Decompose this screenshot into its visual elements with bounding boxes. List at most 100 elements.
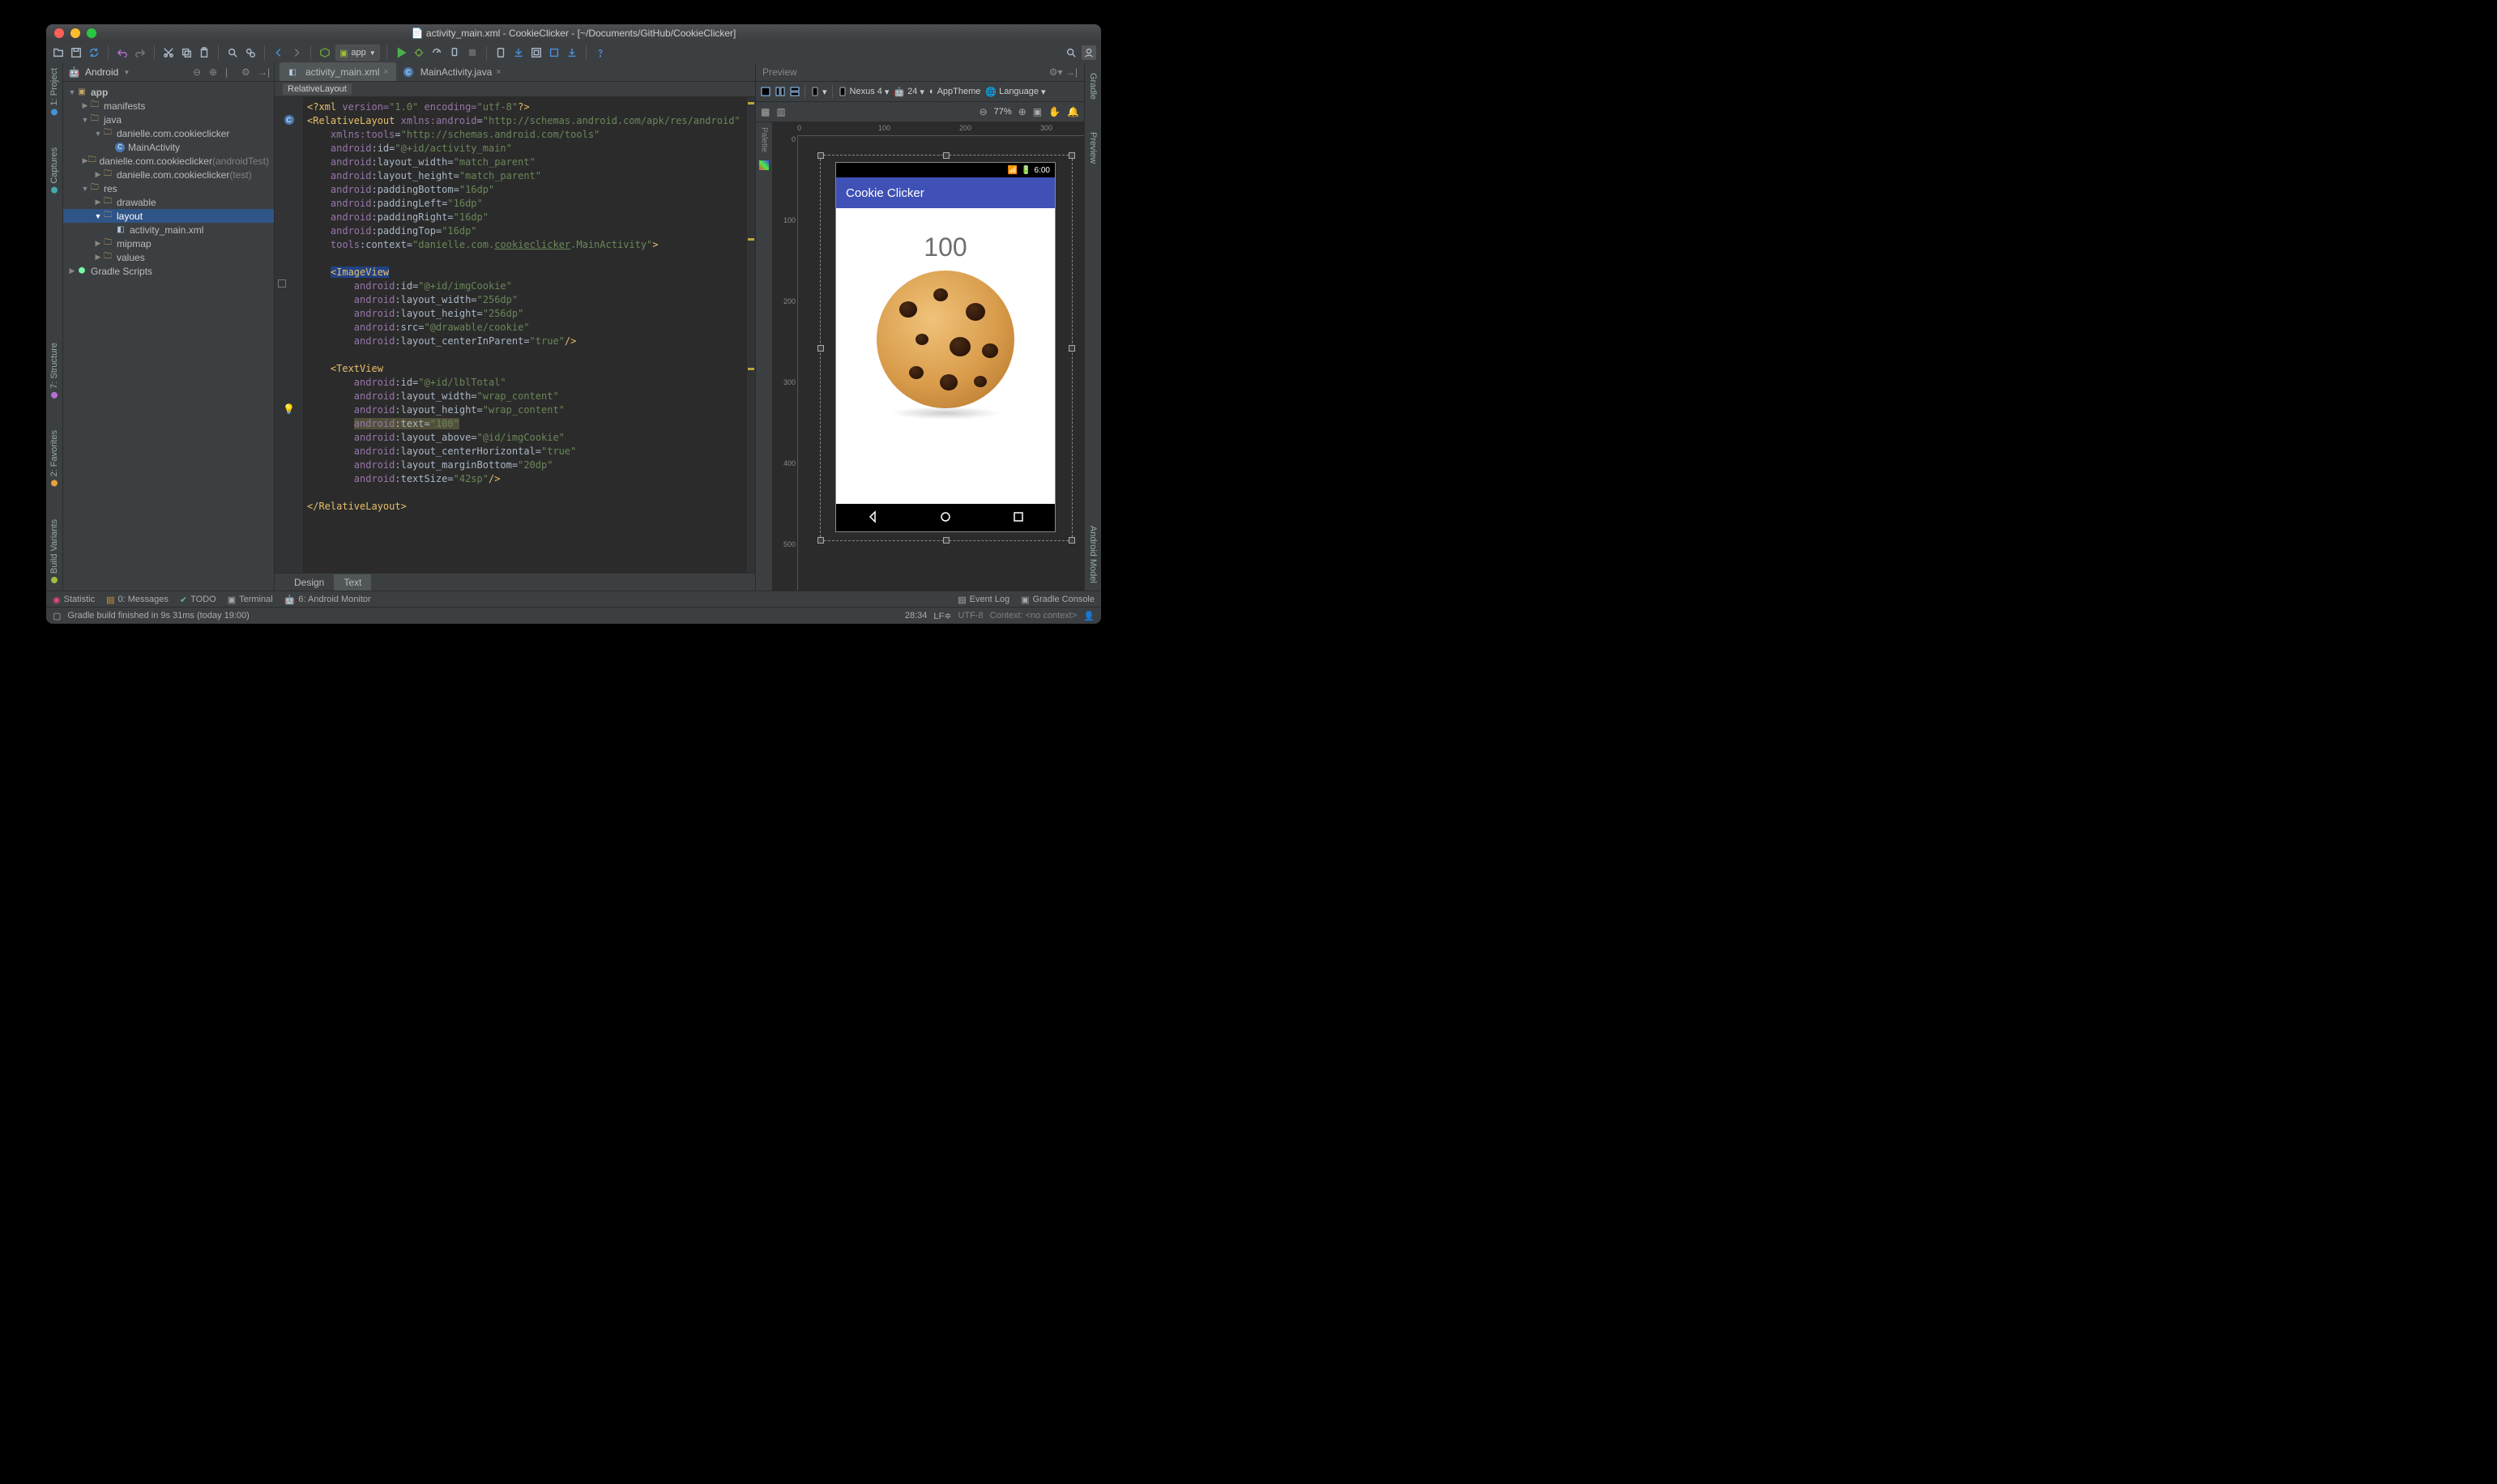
open-file-icon[interactable]: [51, 45, 66, 60]
run-config-select[interactable]: ▣app▼: [335, 45, 380, 61]
forward-icon[interactable]: [289, 45, 304, 60]
project-view-label[interactable]: Android: [85, 66, 118, 78]
tab-mainactivity[interactable]: CMainActivity.java×: [396, 62, 509, 81]
status-toggle-icon[interactable]: ▢: [53, 611, 61, 621]
project-tool-button[interactable]: 1: Project: [49, 68, 59, 115]
tree-node-mipmap[interactable]: ▶🗀mipmap: [63, 237, 274, 250]
target-icon[interactable]: ⊕: [209, 66, 220, 78]
sync-icon[interactable]: [87, 45, 101, 60]
favorites-tool-button[interactable]: 2: Favorites: [49, 430, 59, 486]
editor-error-stripe[interactable]: [746, 97, 755, 573]
tree-node-gradle-scripts[interactable]: ▶⬢Gradle Scripts: [63, 264, 274, 278]
event-log-tool-button[interactable]: ▤Event Log: [958, 595, 1009, 605]
palette-icon[interactable]: [759, 160, 769, 170]
file-encoding[interactable]: UTF-8: [958, 611, 983, 620]
gradle-tool-button[interactable]: Gradle: [1088, 70, 1098, 100]
profile-icon[interactable]: [429, 45, 444, 60]
tree-node-drawable[interactable]: ▶🗀drawable: [63, 195, 274, 209]
language-select[interactable]: 🌐Language▾: [985, 87, 1045, 97]
tree-node-activity-main[interactable]: ◧activity_main.xml: [63, 223, 274, 237]
tree-node-layout[interactable]: ▼🗀layout: [63, 209, 274, 223]
collapse-icon[interactable]: ⊖: [193, 66, 204, 78]
tree-node-pkg-main[interactable]: ▼🗀danielle.com.cookieclicker: [63, 126, 274, 140]
paste-icon[interactable]: [197, 45, 211, 60]
code-editor[interactable]: <?xml version="1.0" encoding="utf-8"?> <…: [304, 97, 746, 573]
line-ending[interactable]: LF≑: [933, 611, 951, 621]
tab-activity-main[interactable]: ◧activity_main.xml×: [280, 62, 396, 81]
tree-node-pkg-test[interactable]: ▶🗀danielle.com.cookieclicker (test): [63, 168, 274, 181]
design-tab[interactable]: Design: [284, 574, 334, 591]
build-icon[interactable]: [318, 45, 332, 60]
hide-icon[interactable]: →|: [258, 66, 269, 78]
tree-node-app[interactable]: ▼▣app: [63, 85, 274, 99]
intention-bulb-icon[interactable]: 💡: [283, 403, 295, 415]
tree-node-res[interactable]: ▼🗀res: [63, 181, 274, 195]
project-tree[interactable]: ▼▣app ▶🗀manifests ▼🗀java ▼🗀danielle.com.…: [63, 82, 274, 591]
find-icon[interactable]: [225, 45, 240, 60]
avd-icon[interactable]: [493, 45, 508, 60]
terminal-tool-button[interactable]: ▣Terminal: [228, 595, 273, 605]
redo-icon[interactable]: [133, 45, 147, 60]
cut-icon[interactable]: [161, 45, 176, 60]
tree-node-manifests[interactable]: ▶🗀manifests: [63, 99, 274, 113]
context-label[interactable]: Context: <no context>: [990, 611, 1078, 620]
orientation-toggle[interactable]: ▾: [810, 87, 827, 97]
zoom-fit-icon[interactable]: ▣: [1033, 106, 1042, 117]
class-gutter-icon[interactable]: C: [284, 115, 294, 125]
copy-icon[interactable]: [179, 45, 194, 60]
editor-gutter[interactable]: C 💡: [275, 97, 304, 573]
statistic-tool-button[interactable]: ◉Statistic: [53, 595, 95, 605]
user-icon[interactable]: [1082, 45, 1096, 60]
stop-icon[interactable]: [465, 45, 480, 60]
api-select[interactable]: 🤖24▾: [894, 87, 924, 97]
gear-icon[interactable]: ⚙▾: [1049, 66, 1063, 78]
save-icon[interactable]: [69, 45, 83, 60]
theme-select[interactable]: ◐AppTheme: [929, 87, 980, 96]
preview-tool-button[interactable]: Preview: [1088, 132, 1098, 164]
pan-icon[interactable]: ✋: [1048, 106, 1061, 117]
replace-icon[interactable]: [243, 45, 258, 60]
todo-tool-button[interactable]: ✔TODO: [180, 595, 216, 605]
android-monitor-tool-button[interactable]: 🤖6: Android Monitor: [284, 595, 371, 605]
device-frame[interactable]: 📶 🔋 6:00 Cookie Clicker 100: [836, 163, 1055, 531]
build-variants-tool-button[interactable]: Build Variants: [49, 519, 59, 583]
captures-tool-button[interactable]: Captures: [49, 147, 59, 194]
text-tab[interactable]: Text: [334, 574, 371, 591]
zoom-level[interactable]: 77%: [994, 107, 1012, 117]
tree-node-java[interactable]: ▼🗀java: [63, 113, 274, 126]
download-icon[interactable]: [565, 45, 579, 60]
notifications-icon[interactable]: 🔔: [1067, 106, 1079, 117]
breadcrumb[interactable]: RelativeLayout: [275, 82, 755, 97]
layout-inspector-icon[interactable]: [529, 45, 544, 60]
help-icon[interactable]: [593, 45, 608, 60]
sdk-icon[interactable]: [511, 45, 526, 60]
palette-toggle-icon[interactable]: ▦: [761, 106, 770, 117]
zoom-window-button[interactable]: [87, 28, 96, 38]
close-window-button[interactable]: [54, 28, 64, 38]
fold-icon[interactable]: [278, 279, 286, 288]
undo-icon[interactable]: [115, 45, 130, 60]
both-surface-toggle[interactable]: [790, 87, 800, 96]
inspector-icon[interactable]: 👤: [1083, 611, 1095, 621]
preview-canvas[interactable]: 0 100 200 300 0 100 200 300 400 500: [773, 122, 1084, 591]
component-tree-icon[interactable]: ▥: [776, 106, 785, 117]
attach-icon[interactable]: [447, 45, 462, 60]
gradle-console-tool-button[interactable]: ▣Gradle Console: [1021, 595, 1095, 605]
caret-position[interactable]: 28:34: [905, 611, 928, 620]
minimize-window-button[interactable]: [70, 28, 80, 38]
close-tab-icon[interactable]: ×: [383, 67, 388, 77]
back-icon[interactable]: [271, 45, 286, 60]
gear-icon[interactable]: ⚙: [241, 66, 253, 78]
zoom-out-icon[interactable]: ⊖: [980, 106, 988, 117]
debug-icon[interactable]: [412, 45, 426, 60]
tree-node-values[interactable]: ▶🗀values: [63, 250, 274, 264]
run-icon[interactable]: [394, 45, 408, 60]
theme-editor-icon[interactable]: [547, 45, 561, 60]
close-tab-icon[interactable]: ×: [496, 67, 501, 77]
design-surface-toggle[interactable]: [761, 87, 770, 96]
tree-node-mainactivity[interactable]: CMainActivity: [63, 140, 274, 154]
blueprint-surface-toggle[interactable]: [775, 87, 785, 96]
zoom-in-icon[interactable]: ⊕: [1018, 106, 1027, 117]
device-select[interactable]: Nexus 4▾: [838, 87, 890, 97]
android-model-tool-button[interactable]: Android Model: [1088, 522, 1098, 583]
